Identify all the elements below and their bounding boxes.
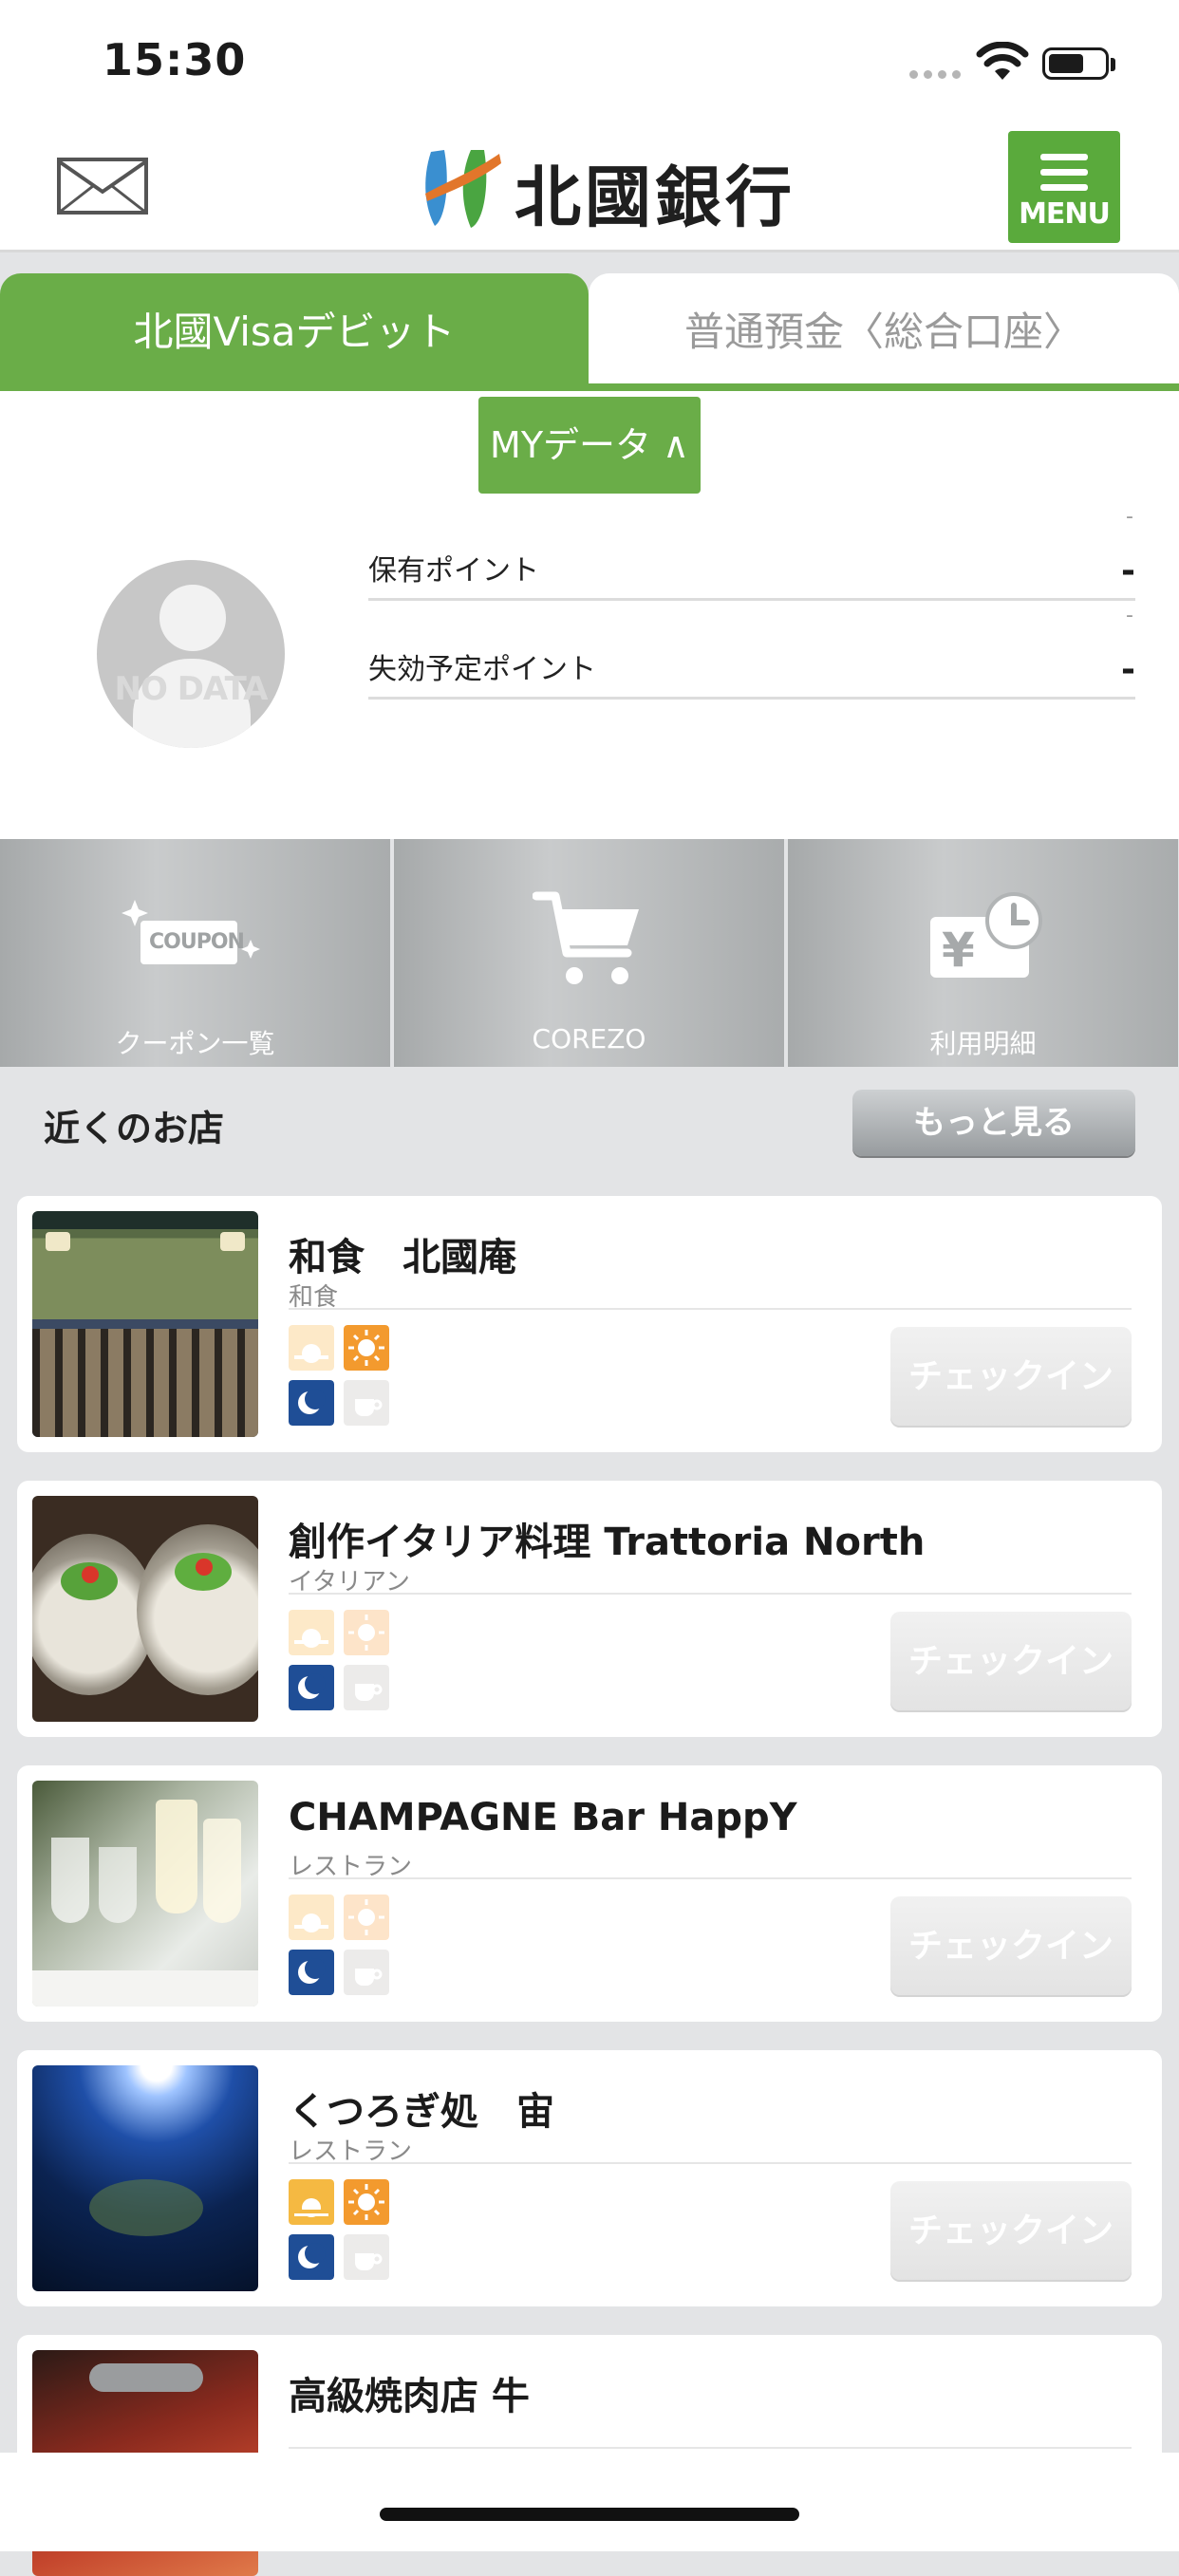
points-expiring-sub: - (1126, 604, 1133, 627)
tile-corezo[interactable]: COREZO (394, 839, 784, 1067)
earth-from-space-photo (32, 2065, 258, 2291)
tab-savings-account[interactable]: 普通預金〈総合口座〉 (589, 273, 1179, 385)
dinner-icon (289, 2234, 334, 2280)
points-held-row: - 保有ポイント - (368, 505, 1135, 601)
oyster-dish-photo (32, 1496, 258, 1722)
shop-name: くつろぎ処 宙 (289, 2090, 554, 2134)
shop-divider (289, 1308, 1132, 1310)
wifi-icon (976, 42, 1029, 80)
bank-logo-text: 北國銀行 (515, 158, 795, 236)
points-expiring-value: - (1121, 650, 1135, 689)
points-held-sub: - (1126, 505, 1133, 529)
nearby-shops-title: 近くのお店 (44, 1108, 225, 1149)
morning-icon (289, 1610, 334, 1655)
menu-button[interactable]: MENU (1008, 131, 1120, 243)
points-expiring-row: - 失効予定ポイント - (368, 604, 1135, 700)
checkin-button[interactable]: チェックイン (890, 1612, 1132, 1712)
morning-icon (289, 1895, 334, 1940)
checkin-button[interactable]: チェックイン (890, 2181, 1132, 2282)
champagne-glasses-photo (32, 1781, 258, 2007)
tab-visa-debit[interactable]: 北國Visaデビット (0, 273, 589, 391)
tile-corezo-label: COREZO (532, 1023, 646, 1055)
shop-divider (289, 1877, 1132, 1879)
cafe-icon (344, 2234, 389, 2280)
bank-logo-icon (425, 150, 501, 228)
battery-tip (1111, 58, 1115, 71)
morning-icon (289, 2179, 334, 2225)
cart-icon (533, 891, 639, 984)
shop-name: 高級焼肉店 牛 (289, 2375, 530, 2418)
cafe-icon (344, 1950, 389, 1995)
lunch-icon (344, 1610, 389, 1655)
status-time: 15:30 (103, 34, 247, 85)
shop-name: 創作イタリア料理 Trattoria North (289, 1521, 926, 1564)
shop-card[interactable]: CHAMPAGNE Bar HappY レストラン チェックイン (17, 1765, 1162, 2022)
bottom-safe-area (0, 2453, 1179, 2551)
tab-underline (0, 383, 1179, 391)
shop-name: CHAMPAGNE Bar HappY (289, 1796, 797, 1839)
restaurant-entrance-photo (32, 1211, 258, 1437)
avatar-person-icon (159, 585, 226, 651)
home-indicator[interactable] (380, 2508, 799, 2521)
hamburger-menu-icon (1040, 154, 1088, 192)
shop-card[interactable]: くつろぎ処 宙 レストラン チェックイン (17, 2050, 1162, 2306)
lunch-icon (344, 2179, 389, 2225)
dinner-icon (289, 1665, 334, 1710)
tile-coupon-label: クーポン一覧 (115, 1028, 275, 1059)
mail-icon[interactable] (57, 158, 148, 215)
yen-symbol: ¥ (942, 923, 975, 978)
tile-usage-label: 利用明細 (929, 1028, 1037, 1059)
coupon-icon-text: COUPON (149, 930, 245, 954)
points-held-label: 保有ポイント (368, 554, 539, 588)
avatar-no-data-text: NO DATA (114, 670, 269, 708)
avatar: NO DATA (97, 560, 285, 748)
cafe-icon (344, 1380, 389, 1426)
tile-coupon-list[interactable]: COUPON クーポン一覧 (0, 839, 390, 1067)
checkin-button[interactable]: チェックイン (890, 1896, 1132, 1997)
points-expiring-label: 失効予定ポイント (368, 653, 596, 686)
checkin-button[interactable]: チェックイン (890, 1327, 1132, 1428)
lunch-icon (344, 1895, 389, 1940)
mydata-toggle-button[interactable]: MYデータ ∧ (478, 397, 701, 494)
shop-name: 和食 北國庵 (289, 1236, 516, 1279)
tile-usage-statement[interactable]: ¥ 利用明細 (788, 839, 1178, 1067)
more-button[interactable]: もっと見る (852, 1090, 1135, 1156)
shop-divider (289, 1593, 1132, 1595)
shop-card[interactable]: 和食 北國庵 和食 チェックイン (17, 1196, 1162, 1452)
battery-icon (1042, 47, 1109, 80)
shop-card[interactable]: 創作イタリア料理 Trattoria North イタリアン チェックイン (17, 1481, 1162, 1737)
morning-icon (289, 1325, 334, 1371)
menu-label: MENU (1019, 197, 1111, 231)
lunch-icon (344, 1325, 389, 1371)
shop-divider (289, 2447, 1132, 2449)
shop-divider (289, 2162, 1132, 2164)
dinner-icon (289, 1380, 334, 1426)
cafe-icon (344, 1665, 389, 1710)
dinner-icon (289, 1950, 334, 1995)
signal-icon (909, 70, 963, 80)
points-held-value: - (1121, 551, 1135, 590)
